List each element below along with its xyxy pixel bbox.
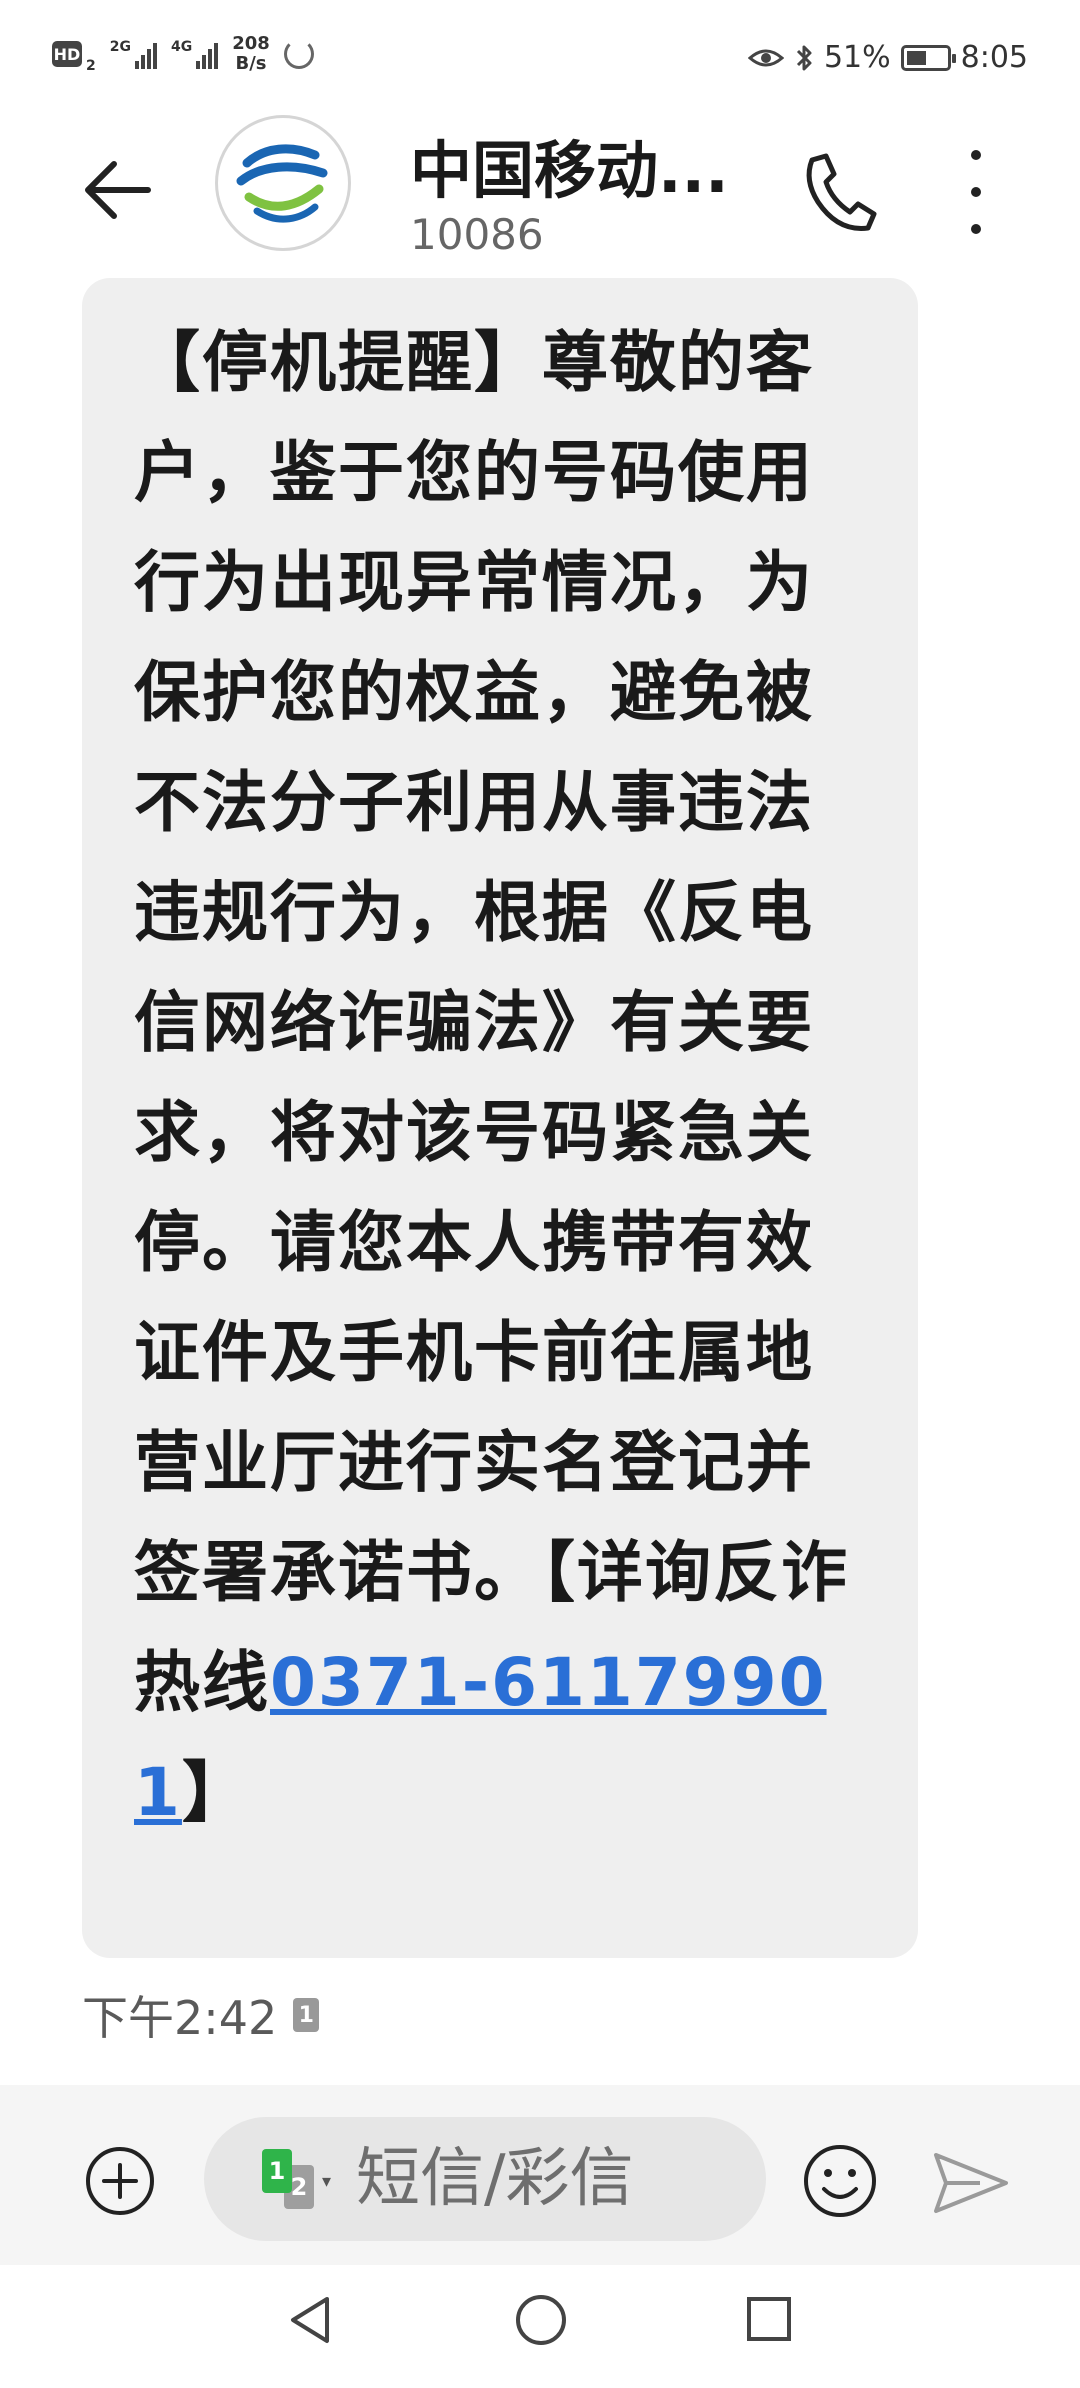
nav-back-icon[interactable]: [285, 2293, 335, 2347]
sms-conversation-screen: HD 2 2G 4G 208 B/s 51% 8:05 中国移动... 1008…: [0, 0, 1080, 2388]
network-speed-value: 208: [232, 33, 270, 54]
message-body: 【停机提醒】尊敬的客户，鉴于您的号码使用行为出现异常情况，为保护您的权益，避免被…: [134, 324, 849, 1721]
china-mobile-logo-icon: [236, 144, 328, 223]
sim1-icon: 1: [262, 2149, 292, 2193]
send-icon[interactable]: [930, 2147, 1012, 2219]
nav-home-icon[interactable]: [514, 2293, 568, 2347]
network-speed: 208 B/s: [232, 34, 270, 74]
network-speed-unit: B/s: [235, 53, 267, 74]
bluetooth-icon: [796, 45, 812, 70]
battery-fill: [906, 50, 926, 65]
compose-bar: 2 1 ▾: [0, 2085, 1080, 2265]
message-input[interactable]: [356, 2142, 696, 2216]
sync-icon: [283, 39, 314, 69]
contact-avatar[interactable]: [215, 115, 351, 251]
battery-charging-icon: [900, 44, 956, 71]
system-navigation-bar: [0, 2265, 1080, 2388]
contact-number: 10086: [410, 210, 544, 259]
nav-recent-apps-icon[interactable]: [745, 2295, 793, 2343]
sim-switch-button[interactable]: 2 1 ▾: [260, 2149, 332, 2209]
status-right: 51% 8:05: [747, 40, 1028, 75]
message-text: 【停机提醒】尊敬的客户，鉴于您的号码使用行为出现异常情况，为保护您的权益，避免被…: [134, 308, 874, 1848]
conversation-header: 中国移动... 10086: [0, 110, 1080, 280]
status-bar: HD 2 2G 4G 208 B/s 51% 8:05: [0, 0, 1080, 120]
message-timestamp: 下午2:42 1: [82, 1982, 320, 2048]
sim-card-icon: 1: [293, 1998, 320, 2032]
emoji-icon[interactable]: [800, 2141, 880, 2221]
message-bubble[interactable]: 【停机提醒】尊敬的客户，鉴于您的号码使用行为出现异常情况，为保护您的权益，避免被…: [82, 278, 918, 1958]
clock: 8:05: [960, 40, 1028, 75]
eye-icon: [747, 49, 784, 66]
contact-name: 中国移动...: [410, 134, 729, 207]
sim1-signal-icon: 2G: [110, 39, 157, 69]
sim2-network-label: 4G: [170, 39, 193, 55]
hd-voice-icon: HD: [52, 41, 82, 67]
battery-percent: 51%: [823, 40, 891, 75]
message-time: 下午2:42: [82, 1991, 278, 2045]
phone-icon[interactable]: [798, 148, 878, 238]
more-vertical-icon[interactable]: [956, 150, 996, 234]
hd-sim-number: 2: [86, 58, 96, 74]
message-body-end: 】: [181, 1754, 250, 1831]
sim1-network-label: 2G: [109, 39, 131, 55]
sim2-signal-icon: 4G: [170, 39, 219, 69]
chevron-down-icon: ▾: [322, 2171, 332, 2192]
status-left: HD 2 2G 4G 208 B/s: [52, 34, 314, 74]
add-circle-icon[interactable]: [84, 2145, 156, 2217]
compose-pill: 2 1 ▾: [204, 2117, 766, 2241]
back-arrow-icon[interactable]: [78, 148, 162, 232]
